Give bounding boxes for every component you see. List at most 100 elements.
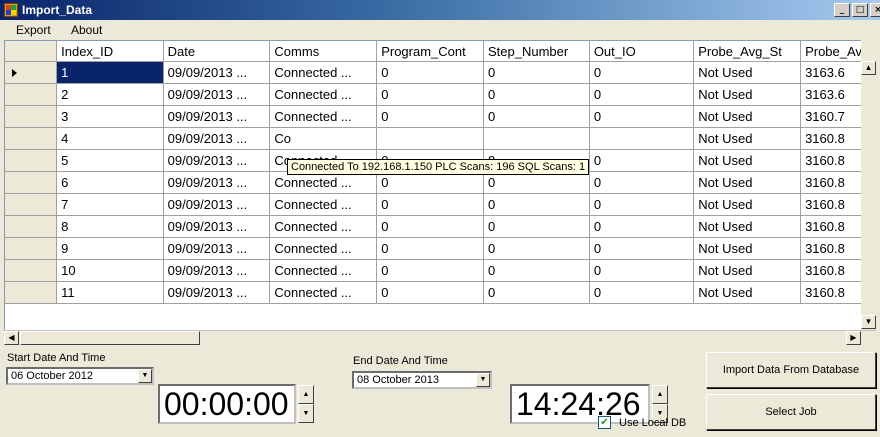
table-cell[interactable]: 09/09/2013 ... bbox=[163, 215, 271, 238]
table-cell[interactable]: 0 bbox=[589, 259, 695, 282]
import-data-button[interactable]: Import Data From Database bbox=[706, 352, 876, 388]
table-cell[interactable]: 0 bbox=[589, 281, 695, 304]
table-row[interactable]: 1 09/09/2013 ... Connected ... 0 0 0 Not Used 3… bbox=[5, 61, 875, 84]
table-cell[interactable]: Not Used bbox=[693, 127, 802, 150]
table-cell[interactable]: 0 bbox=[589, 83, 695, 106]
row-header[interactable] bbox=[5, 215, 58, 238]
table-cell[interactable]: Not Used bbox=[693, 193, 802, 216]
table-cell[interactable]: 0 bbox=[589, 237, 695, 260]
table-cell[interactable]: 09/09/2013 ... bbox=[163, 171, 271, 194]
table-row[interactable]: 10 09/09/2013 ... Connected ... 0 0 0 Not Used… bbox=[5, 259, 875, 282]
scroll-right-button[interactable]: ▶ bbox=[846, 331, 861, 345]
table-cell[interactable]: 0 bbox=[376, 83, 485, 106]
table-cell[interactable]: 0 bbox=[589, 105, 695, 128]
table-cell[interactable]: 2 bbox=[56, 83, 164, 106]
table-cell[interactable]: 4 bbox=[56, 127, 164, 150]
row-header[interactable] bbox=[5, 127, 58, 150]
chevron-down-icon[interactable]: ▼ bbox=[476, 373, 490, 387]
row-header[interactable] bbox=[5, 193, 58, 216]
row-header[interactable] bbox=[5, 171, 58, 194]
table-row[interactable]: 4 09/09/2013 ... Co Not Used 3160.8 bbox=[5, 127, 875, 150]
column-header[interactable]: Probe_Avg_St bbox=[693, 41, 802, 62]
data-grid[interactable]: Index_ID Date Comms Program_Cont Step_Nu… bbox=[4, 40, 876, 345]
table-cell[interactable]: 09/09/2013 ... bbox=[163, 105, 271, 128]
table-cell[interactable]: 09/09/2013 ... bbox=[163, 127, 271, 150]
vertical-scrollbar[interactable]: ▲ ▼ bbox=[861, 40, 876, 330]
end-date-picker[interactable]: 08 October 2013 ▼ bbox=[352, 371, 492, 389]
table-cell[interactable]: 0 bbox=[589, 149, 695, 172]
scroll-up-button[interactable]: ▲ bbox=[861, 61, 876, 75]
table-cell[interactable]: 0 bbox=[376, 193, 485, 216]
table-cell[interactable]: Connected ... bbox=[269, 215, 378, 238]
title-bar[interactable]: Import_Data _ □ × bbox=[0, 0, 880, 20]
chevron-down-icon[interactable]: ▼ bbox=[138, 369, 152, 383]
table-cell[interactable]: 0 bbox=[376, 105, 485, 128]
table-cell[interactable]: 09/09/2013 ... bbox=[163, 83, 271, 106]
use-local-db-checkbox[interactable]: ✔ bbox=[598, 416, 611, 429]
table-cell[interactable]: 1 bbox=[56, 61, 164, 84]
row-header[interactable] bbox=[5, 105, 58, 128]
row-header[interactable] bbox=[5, 259, 58, 282]
table-row[interactable]: 11 09/09/2013 ... Connected ... 0 0 0 Not Used… bbox=[5, 281, 875, 304]
table-cell[interactable] bbox=[483, 127, 590, 150]
row-header[interactable] bbox=[5, 61, 58, 84]
column-header[interactable]: Comms bbox=[269, 41, 378, 62]
table-cell[interactable]: Not Used bbox=[693, 215, 802, 238]
row-header[interactable] bbox=[5, 281, 58, 304]
table-cell[interactable]: 0 bbox=[483, 83, 590, 106]
table-row[interactable]: 7 09/09/2013 ... Connected ... 0 0 0 Not Used 3… bbox=[5, 193, 875, 216]
table-cell[interactable]: Connected ... bbox=[269, 83, 378, 106]
select-job-button[interactable]: Select Job bbox=[706, 394, 876, 430]
table-cell[interactable] bbox=[589, 127, 695, 150]
table-cell[interactable]: 09/09/2013 ... bbox=[163, 281, 271, 304]
table-cell[interactable]: Not Used bbox=[693, 259, 802, 282]
triangle-up-icon[interactable]: ▲ bbox=[298, 385, 314, 404]
start-time-input[interactable]: 00:00:00 bbox=[158, 384, 296, 424]
table-cell[interactable]: Not Used bbox=[693, 237, 802, 260]
table-cell[interactable]: 09/09/2013 ... bbox=[163, 149, 271, 172]
row-header[interactable] bbox=[5, 83, 58, 106]
table-cell[interactable]: Connected ... bbox=[269, 281, 378, 304]
table-cell[interactable]: Connected ... bbox=[269, 237, 378, 260]
table-cell[interactable]: Connected ... bbox=[269, 259, 378, 282]
table-cell[interactable]: Connected ... bbox=[269, 61, 378, 84]
table-cell[interactable]: Not Used bbox=[693, 171, 802, 194]
scroll-down-button[interactable]: ▼ bbox=[861, 315, 876, 329]
table-cell[interactable]: 0 bbox=[483, 105, 590, 128]
table-cell[interactable]: 09/09/2013 ... bbox=[163, 193, 271, 216]
triangle-up-icon[interactable]: ▲ bbox=[652, 385, 668, 404]
table-cell[interactable]: 0 bbox=[483, 281, 590, 304]
table-cell[interactable]: Not Used bbox=[693, 61, 802, 84]
table-row[interactable]: 3 09/09/2013 ... Connected ... 0 0 0 Not Used 3… bbox=[5, 105, 875, 128]
table-cell[interactable]: 7 bbox=[56, 193, 164, 216]
start-date-picker[interactable]: 06 October 2012 ▼ bbox=[6, 367, 154, 385]
horizontal-scrollbar[interactable]: ◀ ▶ bbox=[4, 330, 876, 345]
triangle-down-icon[interactable]: ▼ bbox=[298, 404, 314, 423]
menu-about[interactable]: About bbox=[71, 23, 102, 37]
table-cell[interactable]: 3 bbox=[56, 105, 164, 128]
table-cell[interactable]: Not Used bbox=[693, 105, 802, 128]
table-cell[interactable]: 0 bbox=[483, 237, 590, 260]
table-row[interactable]: 2 09/09/2013 ... Connected ... 0 0 0 Not Used 3… bbox=[5, 83, 875, 106]
row-header[interactable] bbox=[5, 237, 58, 260]
table-cell[interactable]: 0 bbox=[483, 193, 590, 216]
column-header[interactable]: Index_ID bbox=[56, 41, 164, 62]
table-cell[interactable]: 8 bbox=[56, 215, 164, 238]
table-cell[interactable]: 09/09/2013 ... bbox=[163, 237, 271, 260]
table-cell[interactable]: 09/09/2013 ... bbox=[163, 259, 271, 282]
table-cell[interactable] bbox=[376, 127, 485, 150]
table-cell[interactable]: 10 bbox=[56, 259, 164, 282]
column-header[interactable]: Program_Cont bbox=[376, 41, 485, 62]
table-cell[interactable]: Co bbox=[269, 127, 378, 150]
table-cell[interactable]: 0 bbox=[376, 281, 485, 304]
table-cell[interactable]: 0 bbox=[376, 61, 485, 84]
table-cell[interactable]: 9 bbox=[56, 237, 164, 260]
scroll-thumb[interactable] bbox=[20, 331, 200, 345]
table-cell[interactable]: 0 bbox=[589, 171, 695, 194]
column-header[interactable]: Date bbox=[163, 41, 271, 62]
table-cell[interactable]: 09/09/2013 ... bbox=[163, 61, 271, 84]
table-cell[interactable]: 0 bbox=[483, 215, 590, 238]
table-cell[interactable]: 0 bbox=[376, 237, 485, 260]
menu-export[interactable]: Export bbox=[16, 23, 51, 37]
table-cell[interactable]: 0 bbox=[376, 215, 485, 238]
